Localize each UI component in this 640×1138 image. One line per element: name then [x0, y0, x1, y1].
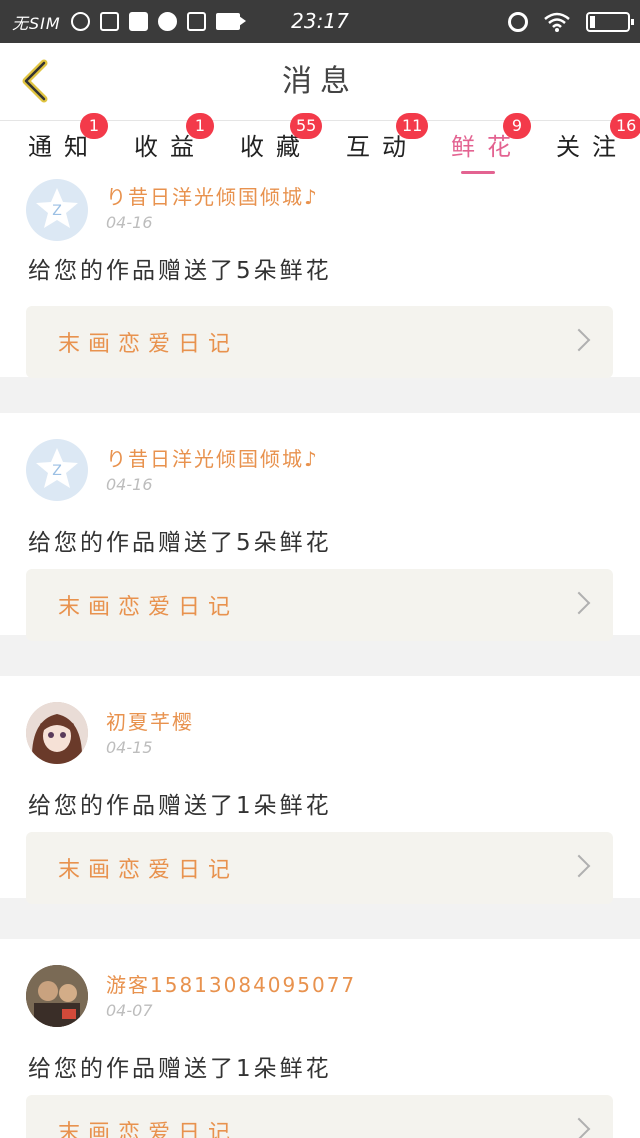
svg-text:Z: Z	[52, 463, 62, 479]
tab-badge: 9	[503, 113, 531, 139]
svg-text:Z: Z	[52, 203, 62, 219]
username[interactable]: 游客15813084095077	[106, 969, 356, 998]
date: 04-16	[106, 213, 153, 232]
anime-girl-avatar	[26, 702, 88, 764]
alarm-icon	[508, 11, 528, 32]
work-link[interactable]: 末画恋爱日记	[26, 1095, 613, 1138]
photo-avatar	[26, 965, 88, 1027]
page-title: 消息	[282, 64, 358, 99]
avatar[interactable]: Z	[26, 439, 88, 501]
list-item: 初夏芊樱 04-15 给您的作品赠送了1朵鲜花 末画恋爱日记	[0, 676, 640, 904]
tab-earnings[interactable]: 收益 1	[134, 113, 214, 175]
chevron-right-icon	[567, 854, 591, 878]
status-bar: 无SIM 23:17	[0, 0, 640, 43]
list-item: 游客15813084095077 04-07 给您的作品赠送了1朵鲜花 末画恋爱…	[0, 939, 640, 1138]
message-list: Z り昔日洋光倾国倾城♪ 04-16 给您的作品赠送了5朵鲜花 末画恋爱日记 Z…	[0, 175, 640, 1138]
chevron-right-icon	[567, 591, 591, 615]
nav-bar: 消息	[0, 43, 640, 121]
tab-badge: 55	[290, 113, 323, 139]
tab-following[interactable]: 关注 16	[556, 113, 640, 175]
tab-badge: 1	[186, 113, 214, 139]
work-title: 末画恋爱日记	[58, 332, 239, 357]
chevron-right-icon	[567, 328, 591, 352]
message-text: 给您的作品赠送了1朵鲜花	[28, 1056, 332, 1082]
battery-icon	[586, 11, 634, 32]
work-link[interactable]: 末画恋爱日记	[26, 306, 613, 378]
username[interactable]: 初夏芊樱	[106, 706, 194, 735]
work-link[interactable]: 末画恋爱日记	[26, 569, 613, 641]
default-avatar-icon: Z	[36, 448, 78, 488]
message-text: 给您的作品赠送了5朵鲜花	[28, 530, 332, 556]
list-item: Z り昔日洋光倾国倾城♪ 04-16 给您的作品赠送了5朵鲜花 末画恋爱日记	[0, 175, 640, 378]
default-avatar-icon: Z	[36, 188, 78, 228]
date: 04-07	[106, 1001, 153, 1020]
avatar[interactable]	[26, 965, 88, 1027]
work-title: 末画恋爱日记	[58, 1121, 239, 1138]
active-tab-indicator	[461, 171, 495, 174]
chevron-right-icon	[567, 1117, 591, 1138]
list-item: Z り昔日洋光倾国倾城♪ 04-16 给您的作品赠送了5朵鲜花 末画恋爱日记	[0, 413, 640, 641]
avatar[interactable]	[26, 702, 88, 764]
status-right	[508, 0, 634, 43]
tab-badge: 1	[80, 113, 108, 139]
message-text: 给您的作品赠送了5朵鲜花	[28, 258, 332, 284]
avatar[interactable]: Z	[26, 179, 88, 241]
tab-bar: 通知 1 收益 1 收藏 55 互动 11 鲜花 9 关注 16	[0, 113, 640, 175]
work-title: 末画恋爱日记	[58, 595, 239, 620]
tab-badge: 11	[396, 113, 429, 139]
date: 04-15	[106, 738, 153, 757]
username[interactable]: り昔日洋光倾国倾城♪	[106, 181, 319, 210]
username[interactable]: り昔日洋光倾国倾城♪	[106, 443, 319, 472]
tab-flowers[interactable]: 鲜花 9	[451, 113, 541, 175]
work-title: 末画恋爱日记	[58, 858, 239, 883]
tab-badge: 16	[610, 113, 640, 139]
message-text: 给您的作品赠送了1朵鲜花	[28, 793, 332, 819]
wifi-icon	[544, 12, 570, 32]
work-link[interactable]: 末画恋爱日记	[26, 832, 613, 904]
date: 04-16	[106, 475, 153, 494]
tab-favorites[interactable]: 收藏 55	[240, 113, 330, 175]
tab-interactions[interactable]: 互动 11	[346, 113, 436, 175]
tab-notifications[interactable]: 通知 1	[28, 113, 108, 175]
